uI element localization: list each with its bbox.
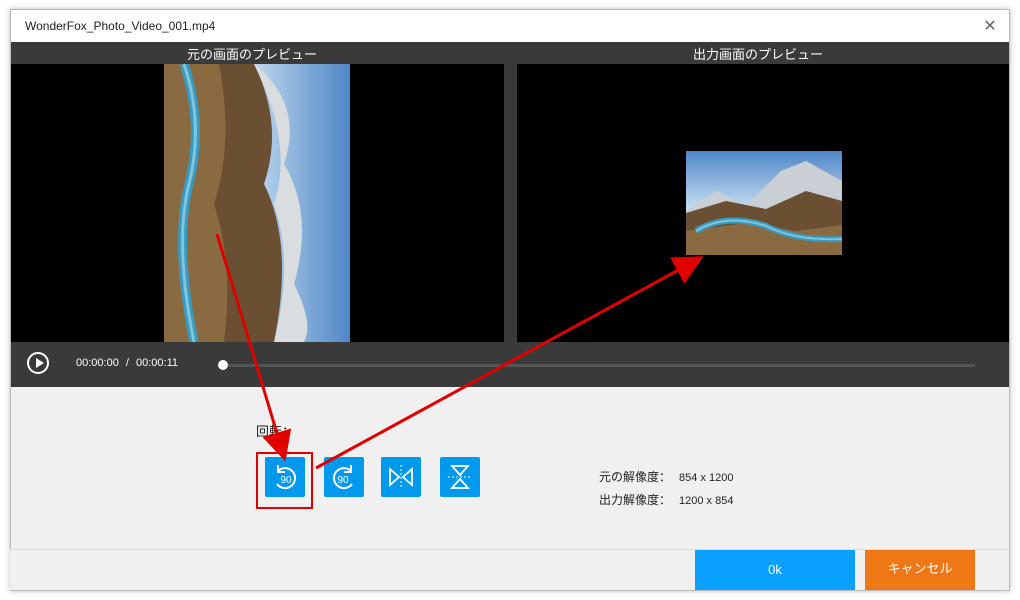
flip-horizontal-button[interactable] (381, 457, 421, 497)
rotate-label: 回転： (256, 425, 296, 440)
output-preview-image (686, 151, 842, 255)
ok-button[interactable]: 0k (695, 550, 855, 590)
title-bar: WonderFox_Photo_Video_001.mp4 ✕ (11, 10, 1009, 42)
original-resolution-value: 854 x 1200 (679, 472, 734, 484)
player-controls: 00:00:00 / 00:00:11 (11, 342, 1009, 387)
close-icon[interactable]: ✕ (979, 15, 1001, 37)
preview-area: 元の画面のプレビュー 出力画面のプレビュー 00:00:00 / 00:00:1… (11, 42, 1009, 387)
original-resolution: 元の解像度： 854 x 1200 (599, 468, 733, 485)
original-preview-label: 元の画面のプレビュー (187, 48, 318, 63)
flip-horizontal-icon (389, 465, 413, 489)
time-separator: / (125, 357, 129, 369)
seek-track[interactable] (223, 364, 975, 367)
duration: 00:00:11 (136, 357, 179, 369)
window-title: WonderFox_Photo_Video_001.mp4 (25, 19, 216, 33)
output-resolution-label: 出力解像度： (599, 493, 672, 507)
original-resolution-label: 元の解像度： (599, 470, 672, 484)
flip-vertical-button[interactable] (440, 457, 480, 497)
original-preview-pane (11, 64, 504, 342)
original-preview-image (164, 64, 350, 342)
output-preview-label: 出力画面のプレビュー (693, 48, 824, 63)
selected-rotate-highlight (256, 452, 313, 509)
time-readout: 00:00:00 / 00:00:11 (76, 357, 178, 369)
current-time: 00:00:00 (76, 357, 119, 369)
output-resolution: 出力解像度： 1200 x 854 (599, 491, 733, 508)
rotate-dialog: WonderFox_Photo_Video_001.mp4 ✕ 元の画面のプレビ… (10, 9, 1010, 591)
rotate-right-90-icon: 90 (332, 465, 353, 490)
seek-thumb[interactable] (218, 360, 228, 370)
output-preview-pane (517, 64, 1009, 342)
rotate-right-90-button[interactable]: 90 (324, 457, 364, 497)
flip-vertical-icon (448, 465, 472, 489)
play-icon[interactable] (27, 352, 49, 374)
cancel-button[interactable]: キャンセル (865, 550, 975, 590)
dialog-footer: 0k キャンセル (10, 549, 1008, 590)
output-resolution-value: 1200 x 854 (679, 495, 734, 507)
rotate-right-90-text: 90 (337, 475, 349, 486)
